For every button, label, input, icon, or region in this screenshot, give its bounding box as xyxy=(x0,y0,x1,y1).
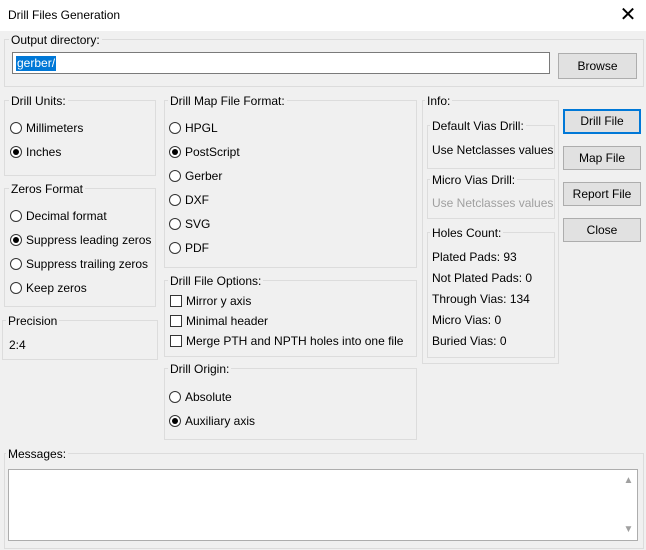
radio-pdf-label: PDF xyxy=(185,241,209,255)
micro-vias-label: Micro Vias Drill: xyxy=(430,173,518,187)
drill-units-group xyxy=(4,100,156,176)
close-icon[interactable]: ✕ xyxy=(610,0,646,31)
buried-vias-count: Buried Vias: 0 xyxy=(432,334,507,348)
output-directory-value: gerber/ xyxy=(16,56,57,71)
radio-decimal-format-label: Decimal format xyxy=(26,209,107,223)
radio-gerber[interactable]: Gerber xyxy=(169,168,222,184)
radio-suppress-trailing-zeros-indicator xyxy=(10,258,22,270)
radio-postscript-label: PostScript xyxy=(185,145,240,159)
radio-suppress-trailing-zeros[interactable]: Suppress trailing zeros xyxy=(10,256,148,272)
radio-decimal-format-indicator xyxy=(10,210,22,222)
drill-units-label: Drill Units: xyxy=(9,94,68,108)
radio-keep-zeros-label: Keep zeros xyxy=(26,281,87,295)
radio-svg[interactable]: SVG xyxy=(169,216,210,232)
radio-dxf[interactable]: DXF xyxy=(169,192,209,208)
radio-absolute-label: Absolute xyxy=(185,390,232,404)
radio-inches-indicator xyxy=(10,146,22,158)
report-file-button-label: Report File xyxy=(572,187,632,201)
title-bar: Drill Files Generation ✕ xyxy=(0,0,646,31)
radio-suppress-leading-zeros-indicator xyxy=(10,234,22,246)
radio-auxiliary-axis[interactable]: Auxiliary axis xyxy=(169,413,255,429)
default-vias-label: Default Vias Drill: xyxy=(430,119,526,133)
map-file-button[interactable]: Map File xyxy=(563,146,641,170)
radio-keep-zeros-indicator xyxy=(10,282,22,294)
merge-pth-npth-label: Merge PTH and NPTH holes into one file xyxy=(186,334,404,348)
drill-file-button[interactable]: Drill File xyxy=(563,109,641,134)
map-file-button-label: Map File xyxy=(578,151,625,165)
radio-millimeters-indicator xyxy=(10,122,22,134)
radio-suppress-leading-zeros-label: Suppress leading zeros xyxy=(26,233,152,247)
mirror-y-axis-label: Mirror y axis xyxy=(186,294,252,308)
close-button[interactable]: Close xyxy=(563,218,641,242)
radio-millimeters-label: Millimeters xyxy=(26,121,84,135)
merge-pth-npth-box xyxy=(170,335,182,347)
minimal-header-label: Minimal header xyxy=(186,314,269,328)
radio-pdf[interactable]: PDF xyxy=(169,240,209,256)
radio-gerber-label: Gerber xyxy=(185,169,223,183)
close-button-label: Close xyxy=(586,223,618,237)
drill-file-options-label: Drill File Options: xyxy=(168,274,264,288)
browse-button-label: Browse xyxy=(577,59,618,73)
radio-millimeters[interactable]: Millimeters xyxy=(10,120,83,136)
drill-origin-label: Drill Origin: xyxy=(168,362,232,376)
radio-hpgl-indicator xyxy=(169,122,181,134)
messages-label: Messages: xyxy=(6,447,69,461)
info-label: Info: xyxy=(425,94,453,108)
drill-map-format-label: Drill Map File Format: xyxy=(168,94,287,108)
mirror-y-axis-box xyxy=(170,295,182,307)
radio-dxf-label: DXF xyxy=(185,193,209,207)
radio-svg-indicator xyxy=(169,218,181,230)
radio-inches-label: Inches xyxy=(26,145,62,159)
not-plated-pads-count: Not Plated Pads: 0 xyxy=(432,271,533,285)
radio-auxiliary-axis-label: Auxiliary axis xyxy=(185,414,256,428)
merge-pth-npth-checkbox[interactable]: Merge PTH and NPTH holes into one file xyxy=(170,333,403,349)
radio-decimal-format[interactable]: Decimal format xyxy=(10,208,107,224)
messages-scrollbar[interactable]: ▲ ▼ xyxy=(620,470,637,540)
precision-value: 2:4 xyxy=(9,338,26,352)
minimal-header-checkbox[interactable]: Minimal header xyxy=(170,313,268,329)
through-vias-count: Through Vias: 134 xyxy=(432,292,530,306)
radio-keep-zeros[interactable]: Keep zeros xyxy=(10,280,87,296)
radio-suppress-trailing-zeros-label: Suppress trailing zeros xyxy=(26,257,149,271)
plated-pads-count: Plated Pads: 93 xyxy=(432,250,517,264)
radio-absolute[interactable]: Absolute xyxy=(169,389,232,405)
drill-file-button-label: Drill File xyxy=(580,114,624,128)
radio-pdf-indicator xyxy=(169,242,181,254)
radio-hpgl-label: HPGL xyxy=(185,121,218,135)
chevron-up-icon[interactable]: ▲ xyxy=(620,472,637,489)
radio-suppress-leading-zeros[interactable]: Suppress leading zeros xyxy=(10,232,151,248)
radio-postscript-indicator xyxy=(169,146,181,158)
output-directory-input[interactable]: gerber/ xyxy=(12,52,550,74)
radio-absolute-indicator xyxy=(169,391,181,403)
precision-label: Precision xyxy=(6,314,60,328)
browse-button[interactable]: Browse xyxy=(558,53,637,79)
default-vias-value: Use Netclasses values xyxy=(432,143,554,157)
mirror-y-axis-checkbox[interactable]: Mirror y axis xyxy=(170,293,251,309)
holes-count-label: Holes Count: xyxy=(430,226,504,240)
report-file-button[interactable]: Report File xyxy=(563,182,641,206)
radio-hpgl[interactable]: HPGL xyxy=(169,120,218,136)
minimal-header-box xyxy=(170,315,182,327)
radio-svg-label: SVG xyxy=(185,217,211,231)
radio-inches[interactable]: Inches xyxy=(10,144,61,160)
radio-auxiliary-axis-indicator xyxy=(169,415,181,427)
micro-vias-count: Micro Vias: 0 xyxy=(432,313,502,327)
micro-vias-value: Use Netclasses values xyxy=(432,196,554,210)
radio-dxf-indicator xyxy=(169,194,181,206)
window-title: Drill Files Generation xyxy=(8,8,121,22)
chevron-down-icon[interactable]: ▼ xyxy=(620,521,637,538)
radio-postscript[interactable]: PostScript xyxy=(169,144,240,160)
radio-gerber-indicator xyxy=(169,170,181,182)
zeros-format-label: Zeros Format xyxy=(9,182,86,196)
messages-textarea[interactable]: ▲ ▼ xyxy=(8,469,638,541)
output-directory-label: Output directory: xyxy=(9,33,102,47)
